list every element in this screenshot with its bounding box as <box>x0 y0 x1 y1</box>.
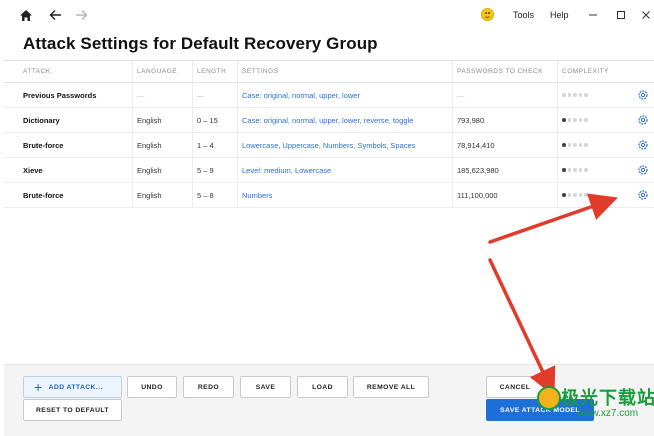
complexity-meter <box>562 93 588 97</box>
passwords-count: — <box>457 91 465 100</box>
load-button[interactable]: LOAD <box>297 376 348 398</box>
attack-language: English <box>137 166 162 175</box>
attack-length: 5 – 9 <box>197 166 214 175</box>
attack-name: Brute-force <box>23 141 64 150</box>
passwords-count: 111,100,000 <box>457 191 498 200</box>
attack-language: English <box>137 116 162 125</box>
watermark-logo-icon <box>537 386 561 410</box>
attack-settings-link[interactable]: Case: original, normal, upper, lower <box>242 91 360 100</box>
table-row[interactable]: Brute-force English 1 – 4 Lowercase, Upp… <box>4 133 654 158</box>
header-attack[interactable]: ATTACK <box>23 68 51 75</box>
attack-settings-link[interactable]: Numbers <box>242 191 272 200</box>
gear-icon[interactable] <box>637 89 649 101</box>
redo-button[interactable]: REDO <box>183 376 234 398</box>
complexity-meter <box>562 143 588 147</box>
attack-settings-link[interactable]: Level: medium, Lowercase <box>242 166 331 175</box>
attack-length: 0 – 15 <box>197 116 218 125</box>
attack-settings-link[interactable]: Case: original, normal, upper, lower, re… <box>242 116 413 125</box>
watermark-text: 极光下载站 <box>561 388 654 408</box>
back-arrow-icon[interactable] <box>45 6 65 24</box>
table-row[interactable]: Brute-force English 5 – 8 Numbers 111,10… <box>4 183 654 208</box>
complexity-meter <box>562 193 588 197</box>
add-attack-label: ADD ATTACK... <box>48 383 103 391</box>
complexity-meter <box>562 168 588 172</box>
passwords-count: 185,623,980 <box>457 166 499 175</box>
table-row[interactable]: Xieve English 5 – 9 Level: medium, Lower… <box>4 158 654 183</box>
attack-language: English <box>137 141 162 150</box>
reset-default-button[interactable]: RESET TO DEFAULT <box>23 399 122 421</box>
home-icon[interactable] <box>16 6 36 24</box>
attack-length: — <box>197 91 205 100</box>
table-header: ATTACK LANGUAGE LENGTH SETTINGS PASSWORD… <box>4 60 654 83</box>
attack-language: — <box>137 91 145 100</box>
gear-icon[interactable] <box>637 189 649 201</box>
passwords-count: 78,914,410 <box>457 141 495 150</box>
close-icon[interactable] <box>636 6 654 24</box>
attack-settings-link[interactable]: Lowercase, Uppercase, Numbers, Symbols, … <box>242 141 415 150</box>
attack-name: Previous Passwords <box>23 91 97 100</box>
tools-menu[interactable]: Tools <box>513 10 534 20</box>
attack-length: 5 – 8 <box>197 191 214 200</box>
save-button[interactable]: SAVE <box>240 376 291 398</box>
maximize-icon[interactable] <box>611 6 631 24</box>
table-row[interactable]: Previous Passwords — — Case: original, n… <box>4 83 654 108</box>
remove-all-button[interactable]: REMOVE ALL <box>353 376 429 398</box>
undo-button[interactable]: UNDO <box>127 376 177 398</box>
attack-language: English <box>137 191 162 200</box>
header-settings[interactable]: SETTINGS <box>242 68 279 75</box>
forward-arrow-icon[interactable] <box>71 6 91 24</box>
watermark: 极光下载站 www.xz7.com <box>537 384 654 432</box>
attack-table: ATTACK LANGUAGE LENGTH SETTINGS PASSWORD… <box>4 60 654 208</box>
gear-icon[interactable] <box>637 114 649 126</box>
passwords-count: 793,980 <box>457 116 485 125</box>
watermark-url: www.xz7.com <box>577 408 639 419</box>
complexity-meter <box>562 118 588 122</box>
cancel-button[interactable]: CANCEL <box>486 376 544 398</box>
gear-icon[interactable] <box>637 164 649 176</box>
page-title: Attack Settings for Default Recovery Gro… <box>23 34 378 53</box>
header-language[interactable]: LANGUAGE <box>137 68 177 75</box>
help-menu[interactable]: Help <box>550 10 569 20</box>
plus-icon: + <box>34 379 43 395</box>
header-passwords[interactable]: PASSWORDS TO CHECK <box>457 68 543 75</box>
minimize-icon[interactable] <box>583 6 603 24</box>
header-length[interactable]: LENGTH <box>197 68 226 75</box>
smiley-icon[interactable] <box>481 8 494 21</box>
add-attack-button[interactable]: + ADD ATTACK... <box>23 376 122 398</box>
gear-icon[interactable] <box>637 139 649 151</box>
header-complexity[interactable]: COMPLEXITY <box>562 68 609 75</box>
table-row[interactable]: Dictionary English 0 – 15 Case: original… <box>4 108 654 133</box>
attack-name: Brute-force <box>23 191 64 200</box>
attack-name: Dictionary <box>23 116 60 125</box>
title-bar: Tools Help <box>0 0 654 30</box>
attack-length: 1 – 4 <box>197 141 214 150</box>
attack-name: Xieve <box>23 166 43 175</box>
